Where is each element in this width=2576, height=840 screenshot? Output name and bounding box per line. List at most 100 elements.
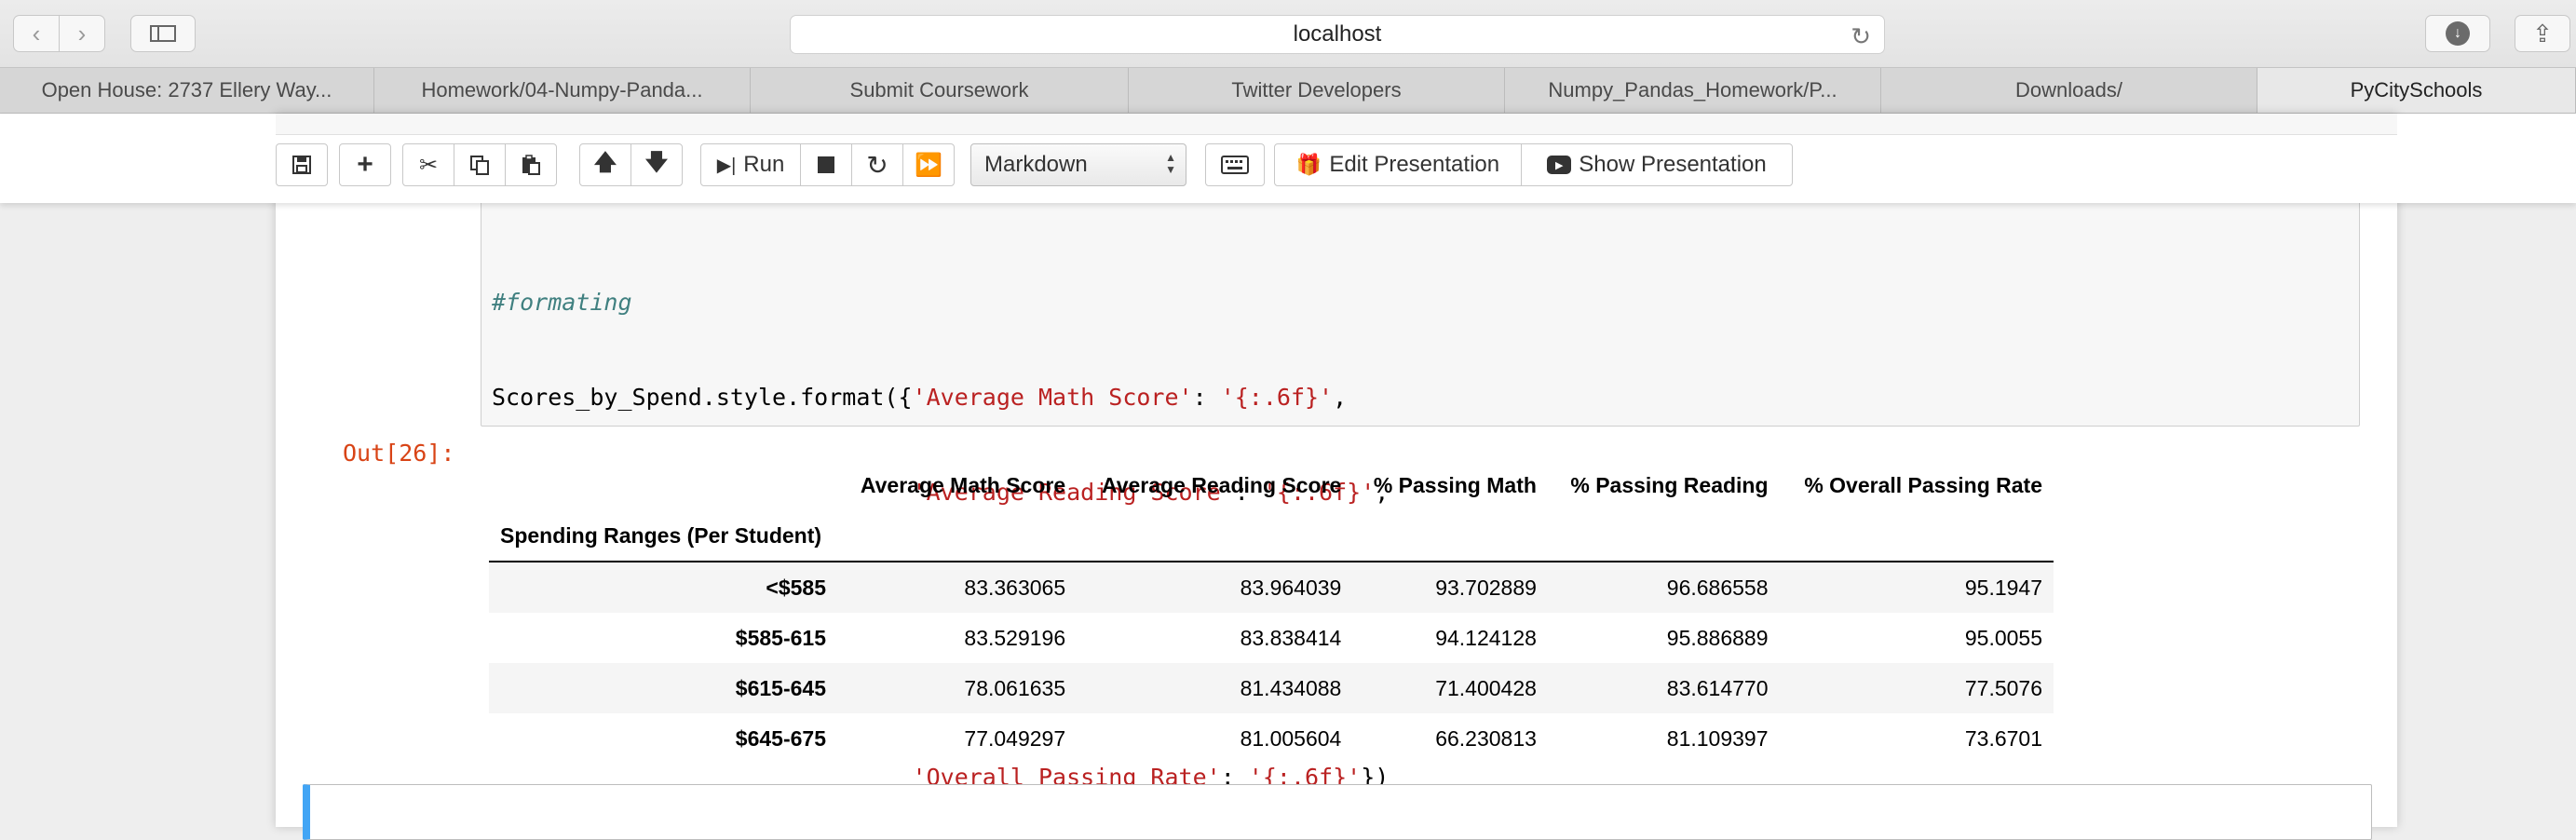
table-cell: 95.1947	[1964, 575, 2042, 600]
code-line: #formating	[492, 287, 1389, 318]
table-cell: 77.049297	[964, 725, 1066, 751]
tab-pycityschools[interactable]: PyCitySchools	[2257, 68, 2576, 113]
move-up-button[interactable]: 🡅	[579, 143, 631, 186]
tab-open-house[interactable]: Open House: 2737 Ellery Way...	[0, 68, 374, 113]
table-row: <$585 83.363065 83.964039 93.702889 96.6…	[489, 562, 2054, 613]
table-row: $645-675 77.049297 81.005604 66.230813 8…	[489, 713, 2054, 764]
table-cell: 66.230813	[1435, 725, 1537, 751]
share-icon: ⇪	[2532, 19, 2553, 47]
tab-numpy-pandas[interactable]: Numpy_Pandas_Homework/P...	[1505, 68, 1881, 113]
code-text: Scores_by_Spend.style.format({	[492, 384, 913, 411]
cell-type-value: Markdown	[984, 152, 1088, 177]
index-name-header: Spending Ranges (Per Student)	[500, 522, 822, 548]
restart-run-all-button[interactable]: ⏩	[902, 143, 955, 186]
gift-icon: 🎁	[1295, 153, 1322, 176]
tab-label: Open House: 2737 Ellery Way...	[41, 78, 332, 102]
stop-icon	[818, 156, 834, 173]
column-header: % Overall Passing Rate	[1804, 472, 2042, 497]
code-line: Scores_by_Spend.style.format({'Average M…	[492, 382, 1389, 413]
interrupt-button[interactable]	[800, 143, 852, 186]
column-header: % Passing Reading	[1570, 472, 1769, 497]
code-text: :	[1192, 384, 1221, 411]
column-header: Average Math Score	[860, 472, 1066, 497]
run-button-label: Run	[743, 152, 785, 177]
tab-label: Twitter Developers	[1231, 78, 1402, 102]
restart-icon: ↻	[866, 150, 888, 180]
next-cell-input[interactable]	[303, 784, 2372, 840]
dataframe-output: Average Math Score Average Reading Score…	[489, 460, 2054, 764]
tab-label: PyCitySchools	[2350, 78, 2483, 102]
share-button[interactable]: ⇪	[2515, 15, 2570, 52]
table-cell: 81.434088	[1240, 675, 1342, 700]
row-index: <$585	[766, 575, 826, 600]
browser-titlebar: ‹ › localhost ↻ ↓ ⇪	[0, 0, 2576, 67]
table-cell: 78.061635	[964, 675, 1066, 700]
table-row: $615-645 78.061635 81.434088 71.400428 8…	[489, 663, 2054, 713]
sidebar-icon	[150, 25, 176, 42]
table-cell: 73.6701	[1964, 725, 2042, 751]
table-cell: 83.964039	[1240, 575, 1342, 600]
table-row: $585-615 83.529196 83.838414 94.124128 9…	[489, 613, 2054, 663]
keyboard-icon	[1221, 156, 1249, 174]
tab-label: Submit Coursework	[849, 78, 1029, 102]
code-comment: #formating	[492, 289, 632, 316]
table-cell: 83.363065	[964, 575, 1066, 600]
blank-header-cell	[489, 460, 837, 510]
cell-type-select[interactable]: Markdown ▲ ▼	[970, 143, 1186, 186]
chevron-right-icon: ›	[77, 19, 87, 47]
edit-presentation-button[interactable]: 🎁 Edit Presentation	[1274, 143, 1522, 186]
paste-icon	[522, 155, 540, 175]
blank-header-cell	[837, 510, 1077, 562]
show-presentation-label: Show Presentation	[1579, 152, 1767, 177]
tab-label: Homework/04-Numpy-Panda...	[421, 78, 703, 102]
blank-header-cell	[1780, 510, 2054, 562]
copy-button[interactable]	[454, 143, 506, 186]
run-button[interactable]: ▶| Run	[700, 143, 801, 186]
arrow-down-icon: 🡇	[644, 149, 669, 175]
downloads-button[interactable]: ↓	[2425, 15, 2490, 52]
column-header: % Passing Math	[1373, 472, 1537, 497]
plus-icon: +	[357, 149, 373, 180]
table-cell: 71.400428	[1435, 675, 1537, 700]
restart-button[interactable]: ↻	[851, 143, 903, 186]
blank-header-cell	[1352, 510, 1548, 562]
move-down-button[interactable]: 🡇	[630, 143, 683, 186]
address-bar[interactable]: localhost ↻	[790, 15, 1885, 54]
forward-button[interactable]: ›	[59, 15, 105, 52]
chevron-left-icon: ‹	[32, 19, 41, 47]
tab-downloads[interactable]: Downloads/	[1881, 68, 2257, 113]
back-button[interactable]: ‹	[13, 15, 60, 52]
save-icon	[292, 156, 311, 174]
dataframe-table: Average Math Score Average Reading Score…	[489, 460, 2054, 764]
tab-submit-coursework[interactable]: Submit Coursework	[751, 68, 1129, 113]
table-cell: 81.005604	[1240, 725, 1342, 751]
column-header: Average Reading Score	[1101, 472, 1342, 497]
code-string: 'Average Math Score'	[912, 384, 1193, 411]
output-prompt: Out[26]:	[343, 440, 455, 467]
reload-icon[interactable]: ↻	[1851, 22, 1871, 51]
address-text: localhost	[1293, 21, 1382, 47]
show-presentation-button[interactable]: ▶ Show Presentation	[1521, 143, 1793, 186]
save-button[interactable]	[276, 143, 328, 186]
table-cell: 83.838414	[1240, 625, 1342, 650]
command-palette-button[interactable]	[1205, 143, 1265, 186]
code-text: ,	[1333, 384, 1348, 411]
tab-twitter-developers[interactable]: Twitter Developers	[1129, 68, 1505, 113]
tab-label: Numpy_Pandas_Homework/P...	[1548, 78, 1837, 102]
sidebar-toggle-button[interactable]	[130, 15, 196, 52]
copy-icon	[470, 156, 489, 175]
tab-homework[interactable]: Homework/04-Numpy-Panda...	[374, 68, 751, 113]
paste-button[interactable]	[505, 143, 557, 186]
table-cell: 77.5076	[1964, 675, 2042, 700]
notebook-toolbar: + ✂ 🡅 🡇 ▶| Run ↻ ⏩ Markdown ▲ ▼ 🎁 Edit Pr…	[0, 114, 2576, 203]
table-cell: 83.529196	[964, 625, 1066, 650]
row-index: $585-615	[735, 625, 826, 650]
column-header-row: Average Math Score Average Reading Score…	[489, 460, 2054, 510]
arrow-up-icon: 🡅	[593, 149, 617, 175]
blank-header-cell	[1548, 510, 1780, 562]
index-name-row: Spending Ranges (Per Student)	[489, 510, 2054, 562]
cut-button[interactable]: ✂	[402, 143, 454, 186]
insert-cell-button[interactable]: +	[339, 143, 391, 186]
table-cell: 96.686558	[1666, 575, 1769, 600]
blank-header-cell	[1077, 510, 1352, 562]
